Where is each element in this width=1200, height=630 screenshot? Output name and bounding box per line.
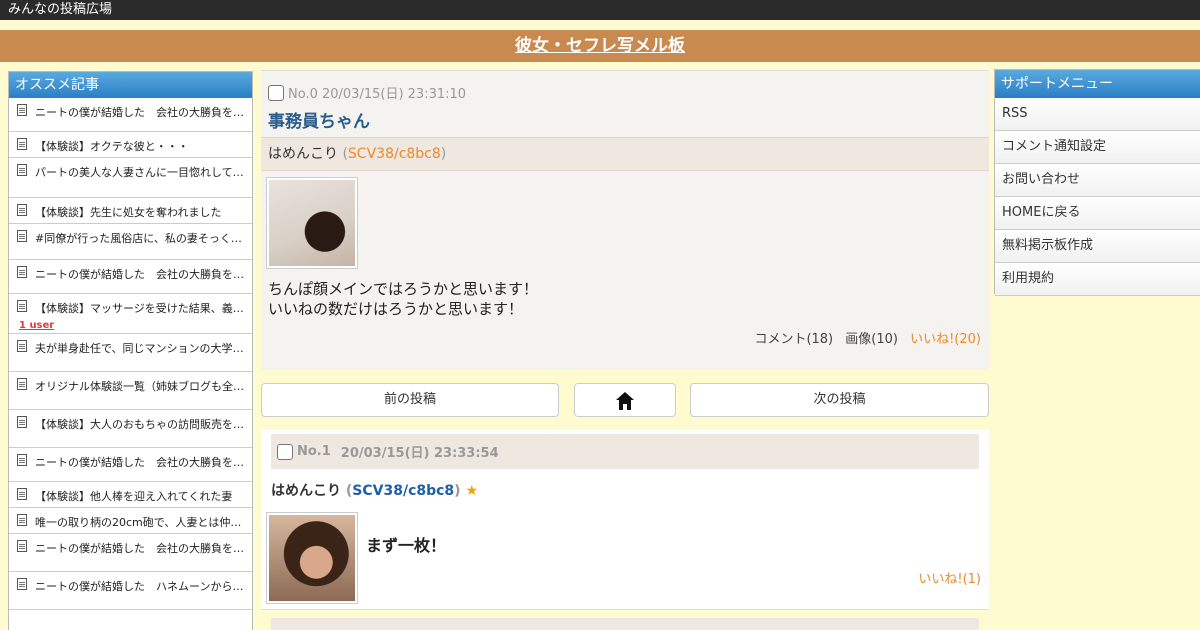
reply-like-button[interactable]: いいね!(1) — [918, 568, 981, 587]
reply-photo-thumbnail[interactable] — [266, 512, 358, 604]
document-icon — [17, 300, 27, 312]
reply-select-checkbox[interactable] — [277, 443, 293, 460]
post-stats: コメント(18) 画像(10) いいね!(20) — [746, 328, 981, 347]
recommended-article-item[interactable]: 【体験談】先生に処女を奪われました — [9, 198, 252, 224]
recommended-article-label: ニートの僕が結婚した 会社の大勝負を引き… — [35, 542, 252, 555]
recommended-article-item[interactable]: オリジナル体験談一覧（姉妹ブログも全て含… — [9, 372, 252, 410]
recommended-article-label: パートの美人な人妻さんに一目惚れしてエッ… — [35, 166, 252, 179]
document-icon — [17, 104, 27, 116]
recommended-article-item[interactable]: ニートの僕が結婚した 会社の大勝負を引き… — [9, 260, 252, 294]
post-meta: No.0 20/03/15(日) 23:31:10 — [268, 83, 466, 102]
home-button[interactable] — [574, 383, 676, 417]
recommended-article-item[interactable]: ニートの僕が結婚した 会社の大勝負を引き… — [9, 98, 252, 132]
recommended-articles-list: ニートの僕が結婚した 会社の大勝負を引き… 【体験談】オクテな彼と・・・パートの美… — [9, 98, 252, 610]
recommended-article-item[interactable]: 夫が単身赴任で、同じマンションの大学生に… — [9, 334, 252, 372]
support-menu-item[interactable]: お問い合わせ — [995, 164, 1200, 197]
recommended-article-item[interactable]: ニートの僕が結婚した 会社の大勝負を引き… — [9, 448, 252, 482]
post-title: 事務員ちゃん — [268, 112, 370, 132]
site-name[interactable]: みんなの投稿広場 — [8, 2, 112, 17]
recommended-article-item[interactable]: #同僚が行った風俗店に、私の妻そっくりの… — [9, 224, 252, 260]
original-post: No.0 20/03/15(日) 23:31:10 事務員ちゃん はめんこり (… — [261, 70, 989, 370]
recommended-article-label: ニートの僕が結婚した 会社の大勝負を引き… — [35, 106, 252, 119]
support-menu-item[interactable]: 無料掲示板作成 — [995, 230, 1200, 263]
user-count-badge[interactable]: 1 user — [19, 320, 54, 331]
support-menu-list: RSS コメント通知設定 お問い合わせ HOMEに戻る 無料掲示板作成 利用規約 — [995, 98, 1200, 296]
board-title-bar: 彼女・セフレ写メル板 — [0, 30, 1200, 62]
post-author-id[interactable]: SCV38/c8bc8 — [348, 146, 441, 162]
recommended-article-label: ニートの僕が結婚した 会社の大勝負を引き… — [35, 268, 252, 281]
site-name-bar: みんなの投稿広場 — [0, 0, 1200, 20]
recommended-article-label: 【体験談】大人のおもちゃの訪問販売をして… — [35, 418, 252, 431]
document-icon — [17, 378, 27, 390]
document-icon — [17, 266, 27, 278]
document-icon — [17, 230, 27, 242]
recommended-articles-panel: オススメ記事 ニートの僕が結婚した 会社の大勝負を引き… 【体験談】オクテな彼と・… — [8, 71, 253, 630]
recommended-article-item[interactable]: 【体験談】他人棒を迎え入れてくれた妻 — [9, 482, 252, 508]
post-photo-thumbnail[interactable] — [266, 177, 358, 269]
post-author: はめんこり (SCV38/c8bc8) — [261, 137, 989, 171]
reply-author-id[interactable]: SCV38/c8bc8 — [352, 483, 454, 499]
support-menu-panel: サポートメニュー RSS コメント通知設定 お問い合わせ HOMEに戻る 無料掲示板作成… — [994, 69, 1200, 296]
reply-meta: No.1 20/03/15(日) 23:33:54 — [271, 434, 979, 469]
support-menu-item[interactable]: HOMEに戻る — [995, 197, 1200, 230]
recommended-article-item[interactable]: 【体験談】オクテな彼と・・・ — [9, 132, 252, 158]
post-author-name: はめんこり — [268, 146, 338, 162]
support-menu-item[interactable]: 利用規約 — [995, 263, 1200, 296]
document-icon — [17, 454, 27, 466]
reply-number: No.1 — [297, 444, 331, 459]
star-icon: ★ — [465, 483, 479, 499]
support-menu-heading: サポートメニュー — [995, 70, 1200, 98]
reply-author: はめんこり (SCV38/c8bc8) ★ — [271, 483, 479, 499]
post-meta-text: No.0 20/03/15(日) 23:31:10 — [288, 87, 467, 102]
recommended-article-label: 夫が単身赴任で、同じマンションの大学生に… — [35, 342, 252, 355]
recommended-article-label: 【体験談】先生に処女を奪われました — [35, 206, 222, 219]
recommended-articles-heading: オススメ記事 — [9, 72, 252, 98]
like-button[interactable]: いいね!(20) — [910, 332, 981, 347]
recommended-article-label: ニートの僕が結婚した ハネムーンから帰っ… — [35, 580, 252, 593]
reply-post: No.1 20/03/15(日) 23:33:54 はめんこり (SCV38/c… — [261, 430, 989, 610]
document-icon — [17, 138, 27, 150]
comment-count-link[interactable]: コメント(18) — [754, 332, 833, 347]
document-icon — [17, 164, 27, 176]
document-icon — [17, 578, 27, 590]
recommended-article-item[interactable]: 唯一の取り柄の20cm砲で、人妻とは仲良… — [9, 508, 252, 534]
recommended-article-item[interactable]: ニートの僕が結婚した 会社の大勝負を引き… — [9, 534, 252, 572]
post-body: ちんぽ顔メインではろうかと思います！ いいねの数だけはろうかと思います！ — [268, 279, 538, 319]
post-body-line: ちんぽ顔メインではろうかと思います！ — [268, 280, 539, 298]
recommended-article-label: #同僚が行った風俗店に、私の妻そっくりの… — [35, 232, 252, 245]
post-body-line: いいねの数だけはろうかと思います！ — [268, 300, 524, 318]
next-post-button[interactable]: 次の投稿 — [690, 383, 989, 417]
recommended-article-label: オリジナル体験談一覧（姉妹ブログも全て含… — [35, 380, 252, 393]
main-content: No.0 20/03/15(日) 23:31:10 事務員ちゃん はめんこり (… — [261, 70, 989, 630]
recommended-article-label: 【体験談】マッサージを受けた結果、義姉と… — [35, 302, 252, 315]
document-icon — [17, 204, 27, 216]
document-icon — [17, 514, 27, 526]
home-icon — [616, 392, 634, 410]
recommended-article-item[interactable]: ニートの僕が結婚した ハネムーンから帰っ… — [9, 572, 252, 610]
document-icon — [17, 488, 27, 500]
next-reply-header — [271, 618, 979, 630]
recommended-article-label: 【体験談】他人棒を迎え入れてくれた妻 — [35, 490, 233, 503]
image-count-link[interactable]: 画像(10) — [845, 332, 898, 347]
recommended-article-item[interactable]: 【体験談】大人のおもちゃの訪問販売をして… — [9, 410, 252, 448]
recommended-article-label: 唯一の取り柄の20cm砲で、人妻とは仲良… — [35, 516, 252, 529]
support-menu-item[interactable]: コメント通知設定 — [995, 131, 1200, 164]
document-icon — [17, 416, 27, 428]
support-menu-item[interactable]: RSS — [995, 98, 1200, 131]
board-title-link[interactable]: 彼女・セフレ写メル板 — [515, 36, 685, 56]
reply-author-name: はめんこり — [271, 483, 341, 499]
recommended-article-item[interactable]: 【体験談】マッサージを受けた結果、義姉と… 1 user — [9, 294, 252, 334]
document-icon — [17, 540, 27, 552]
recommended-article-label: 【体験談】オクテな彼と・・・ — [35, 140, 189, 153]
post-select-checkbox[interactable] — [268, 84, 284, 101]
post-navigation: 前の投稿 次の投稿 — [261, 383, 989, 417]
recommended-article-item[interactable]: パートの美人な人妻さんに一目惚れしてエッ… — [9, 158, 252, 198]
document-icon — [17, 340, 27, 352]
reply-text: まず一枚！ — [366, 536, 447, 555]
recommended-article-label: ニートの僕が結婚した 会社の大勝負を引き… — [35, 456, 252, 469]
prev-post-button[interactable]: 前の投稿 — [261, 383, 559, 417]
reply-date: 20/03/15(日) 23:33:54 — [340, 446, 499, 461]
